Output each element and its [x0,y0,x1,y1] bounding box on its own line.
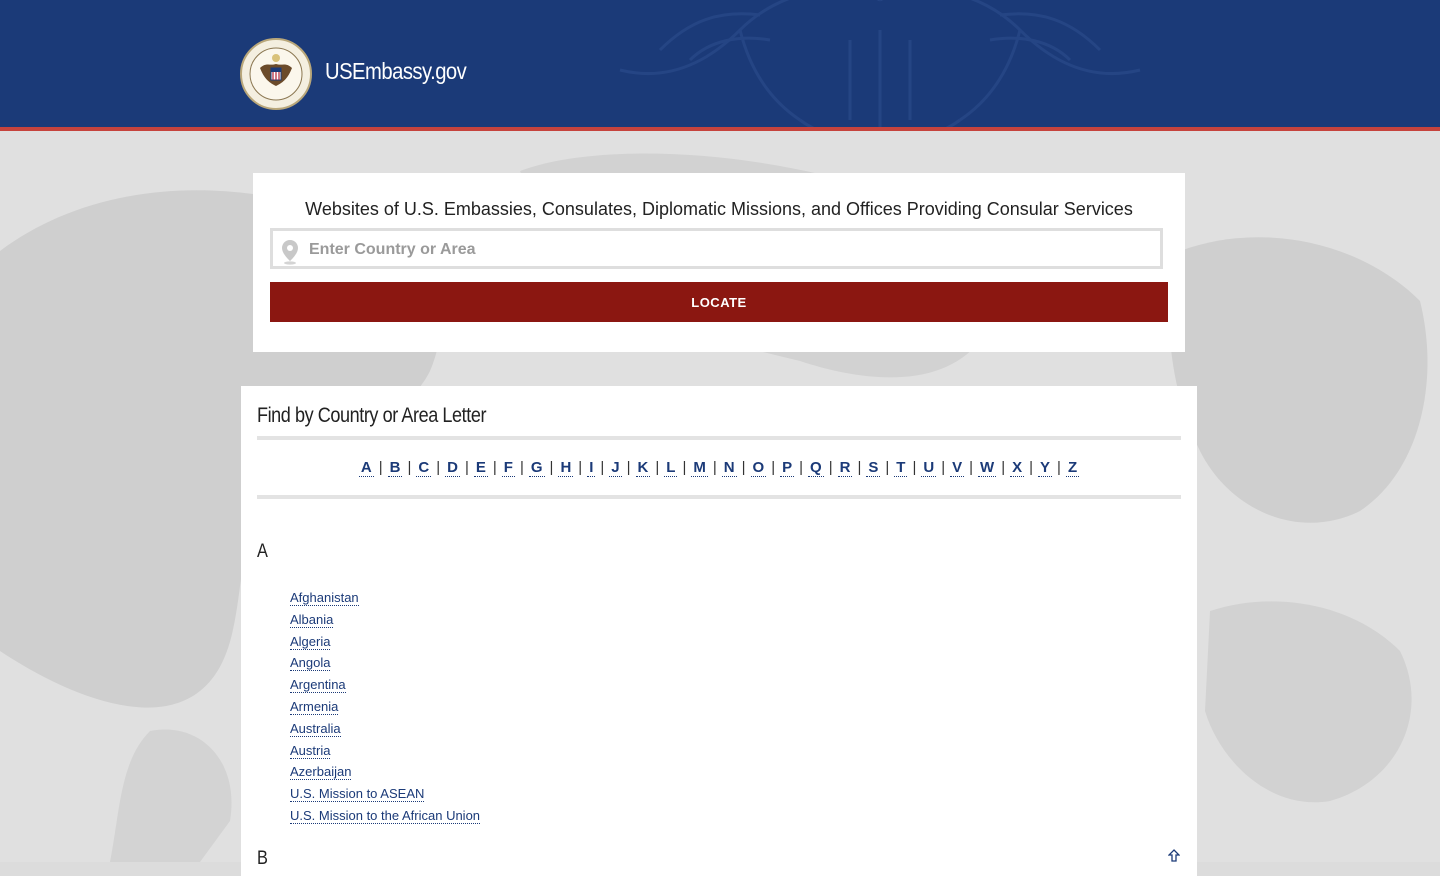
country-link[interactable]: Algeria [290,633,331,650]
letter-link-q[interactable]: Q [808,459,824,477]
letter-link-g[interactable]: G [528,459,545,477]
search-panel: Websites of U.S. Embassies, Consulates, … [253,173,1185,352]
country-link[interactable]: Australia [290,720,341,737]
country-list-panel: Find by Country or Area Letter A | B | C | D | E… [241,386,1197,876]
search-heading: Websites of U.S. Embassies, Consulates, … [305,199,1133,219]
country-link[interactable]: Azerbaijan [290,764,352,781]
list-item: Armenia [290,696,480,718]
list-item: Austria [290,740,480,762]
letter-link-i[interactable]: I [587,459,596,477]
letter-link-c[interactable]: C [416,459,432,477]
header-red-stripe [0,127,1440,131]
locate-button[interactable]: LOCATE [270,282,1168,322]
letter-link-p[interactable]: P [780,459,795,477]
map-pin-icon [282,240,298,265]
list-item: Albania [290,609,480,631]
site-title[interactable]: USEmbassy.gov [325,58,467,85]
country-search-input[interactable] [307,233,1151,267]
alphabet-nav: A | B | C | D | E | F | G | H | I | J | K | L | M | N | O | P | Q | R | S | T |… [358,459,1080,477]
list-item: U.S. Mission to ASEAN [290,783,480,805]
list-item: Angola [290,652,480,674]
letter-link-d[interactable]: D [445,459,460,477]
list-item: U.S. Mission to the African Union [290,805,481,827]
letter-link-v[interactable]: V [950,459,965,477]
country-link[interactable]: U.S. Mission to ASEAN [290,786,425,803]
country-list-a: Afghanistan Albania Algeria Angola Argen… [290,587,481,827]
section-heading-b: B [257,848,268,869]
country-link[interactable]: Austria [290,742,331,759]
letter-link-j[interactable]: J [609,459,622,477]
letter-link-k[interactable]: K [635,459,651,477]
letter-link-y[interactable]: Y [1038,459,1053,477]
country-search-box[interactable] [270,228,1163,269]
country-link[interactable]: Angola [290,655,331,672]
letter-link-t[interactable]: T [894,459,908,477]
letter-link-o[interactable]: O [750,459,767,477]
letter-link-e[interactable]: E [473,459,488,477]
site-header: USEmbassy.gov [0,0,1440,127]
letter-link-r[interactable]: R [837,459,853,477]
list-item: Afghanistan [290,587,480,609]
letter-link-w[interactable]: W [978,459,997,477]
list-item: Azerbaijan [290,761,480,783]
country-link[interactable]: U.S. Mission to the African Union [290,807,481,824]
country-link[interactable]: Afghanistan [290,590,359,606]
letter-link-n[interactable]: N [721,459,737,477]
country-link[interactable]: Albania [290,611,334,628]
list-item: Argentina [290,674,480,696]
arrow-up-icon[interactable] [1168,849,1180,863]
finder-title: Find by Country or Area Letter [257,404,487,427]
letter-link-h[interactable]: H [558,459,574,477]
letter-link-x[interactable]: X [1010,459,1025,477]
letter-link-u[interactable]: U [921,459,937,477]
list-item: Australia [290,718,480,740]
letter-link-m[interactable]: M [691,459,708,477]
country-link[interactable]: Argentina [290,677,346,694]
letter-link-a[interactable]: A [358,459,374,477]
letter-link-l[interactable]: L [664,459,678,477]
section-heading-a: A [257,541,268,562]
department-of-state-seal-icon[interactable] [240,38,312,110]
letter-link-b[interactable]: B [387,459,403,477]
list-item: Algeria [290,631,480,653]
letter-link-s[interactable]: S [866,459,881,477]
eagle-watermark-icon [619,0,1141,127]
country-link[interactable]: Armenia [290,698,339,715]
divider [257,495,1181,499]
divider [257,436,1181,440]
letter-link-f[interactable]: F [501,459,515,477]
letter-link-z[interactable]: Z [1065,459,1080,477]
